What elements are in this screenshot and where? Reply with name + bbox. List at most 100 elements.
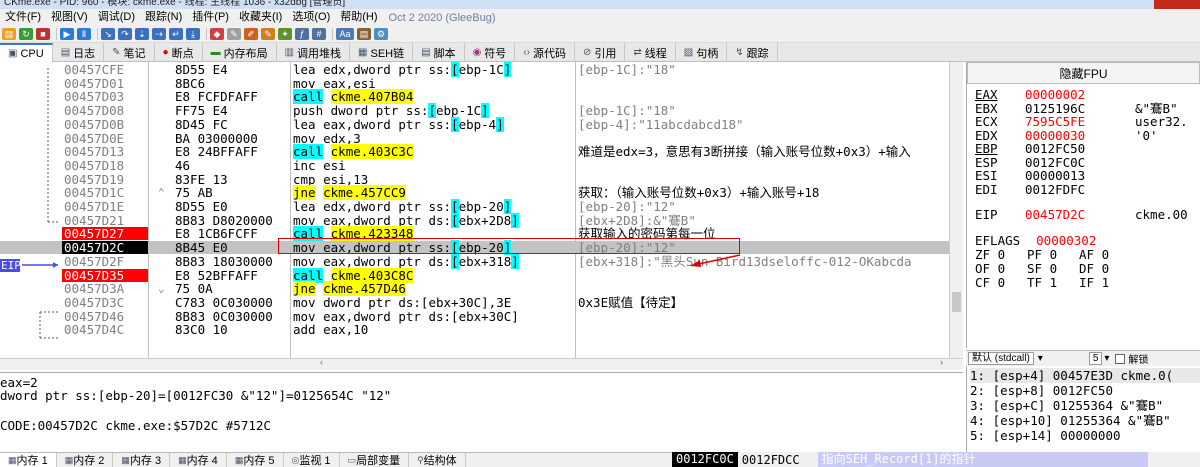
disasm-row[interactable]: 00457D3A ⌄ 75 0A jne ckme.457D46 [0,281,949,297]
tab-cpu[interactable]: ▣ CPU [0,43,53,62]
menu-file[interactable]: 文件(F) [0,9,46,26]
register-value[interactable]: 00000302 [1036,233,1096,248]
instruction-text[interactable]: mov edx,3 [293,132,575,145]
settings-icon[interactable]: ⚙ [374,28,388,40]
register-row[interactable]: EDI 0012FDFC [975,182,1135,197]
eflags-row[interactable]: EFLAGS 00000302 [975,234,1096,248]
bottom-tab[interactable]: ▦ 内存 5 [227,453,284,467]
comment-icon[interactable]: ✐ [244,28,258,40]
menu-options[interactable]: 选项(O) [287,9,335,26]
unlock-checkbox[interactable] [1115,353,1126,364]
trace-over-icon[interactable]: ⇢ [152,28,166,40]
disasm-row[interactable]: 00457D46 8B83 0C030000 mov eax,dword ptr d… [0,310,949,323]
instruction-text[interactable]: mov eax,dword ptr ds:[ebx+30C] [293,310,575,323]
label-icon[interactable]: ✎ [261,28,275,40]
flag[interactable]: ZF 0 [975,248,1027,262]
instruction-address[interactable]: 00457D0B [62,118,148,131]
scylla-icon[interactable]: ◆ [210,28,224,40]
instruction-address[interactable]: 00457D35 [62,268,148,282]
instruction-text[interactable]: call ckme.403C8C [293,267,575,283]
bottom-tab[interactable]: ▦ 内存 1 [0,453,57,467]
scroll-left-arrow-icon[interactable]: ‹ [320,357,323,367]
register-value[interactable]: 00457D2C [1025,208,1135,222]
bookmark-icon[interactable]: ✦ [278,28,292,40]
instruction-address[interactable]: 00457D18 [62,159,148,172]
instruction-address[interactable]: 00457D46 [62,310,148,323]
flag[interactable]: IF 1 [1079,276,1131,290]
instruction-address[interactable]: 00457D4C [62,323,148,336]
open-icon[interactable]: ▤ [2,28,16,40]
flag[interactable]: SF 0 [1027,262,1079,276]
flag[interactable]: PF 0 [1027,248,1079,262]
hash-icon[interactable]: # [312,28,326,40]
step-over-icon[interactable]: ↷ [118,28,132,40]
instruction-address[interactable]: 00457D3C [62,296,148,309]
disasm-row[interactable]: 00457D01 8BC6 mov eax,esi [0,77,949,90]
register-value[interactable]: 00000002 [1025,88,1135,102]
disasm-row[interactable]: 00457D0E BA 03000000 mov edx,3 [0,132,949,145]
stack-arg-row[interactable]: 1: [esp+4] 00457E3D ckme.0( [970,368,1200,383]
instruction-address[interactable]: 00457D19 [62,173,148,186]
tab-references[interactable]: ⊘ 引用 [575,43,626,62]
menu-view[interactable]: 视图(V) [46,9,93,26]
flag[interactable]: TF 1 [1027,276,1079,290]
flag[interactable]: DF 0 [1079,262,1131,276]
instruction-address[interactable]: 00457D2F [62,255,148,268]
dropdown-arrow-icon[interactable]: ▾ [1104,353,1109,364]
disasm-row[interactable]: 00457D1E 8D55 E0 lea edx,dword ptr ss:[ebp… [0,199,949,214]
tab-handles[interactable]: ▨ 句柄 [676,43,728,62]
restart-icon[interactable]: ↻ [19,28,33,40]
bottom-tab[interactable]: ▦ 内存 3 [113,453,171,467]
tab-breakpoints[interactable]: ● 断点 [155,43,203,62]
instruction-text[interactable]: mov dword ptr ds:[ebx+30C],3E [293,296,575,309]
menu-favourites[interactable]: 收藏夹(I) [234,9,287,26]
instruction-address[interactable]: 00457D13 [62,145,148,158]
stack-arg-row[interactable]: 5: [esp+14] 00000000 [970,428,1121,443]
patch-icon[interactable]: ✎ [227,28,241,40]
bottom-tab[interactable]: ◎ 监视 1 [284,453,340,467]
instruction-address[interactable]: 00457D1C [62,186,148,199]
tab-memory-map[interactable]: ▬ 内存布局 [203,43,277,62]
register-row[interactable]: EBP 0012FC50 [975,142,1135,156]
disasm-row[interactable]: 00457D21 8B83 D8020000 mov eax,dword ptr d… [0,212,949,228]
menu-plugins[interactable]: 插件(P) [187,9,234,26]
tab-source[interactable]: ‹› 源代码 [515,43,575,62]
register-value[interactable]: 0012FDFC [1025,182,1135,197]
disasm-row[interactable]: 00457D13 E8 24BFFAFF call ckme.403C3C 难道是ed… [0,144,949,160]
disasm-row[interactable]: 00457CFE 8D55 E4 lea edx,dword ptr ss:[ebp… [0,62,949,77]
bottom-tab[interactable]: ▦ 内存 4 [170,453,227,467]
run-icon[interactable]: ▶ [60,28,74,40]
flags-row[interactable]: OF 0 SF 0 DF 0 [975,262,1131,276]
flags-row[interactable]: ZF 0 PF 0 AF 0 [975,248,1131,262]
instruction-address[interactable]: 00457D0E [62,132,148,145]
instruction-text[interactable]: lea eax,dword ptr ss:[ebp-4] [293,116,575,132]
disasm-row[interactable]: 00457D3C C783 0C030000 mov dword ptr ds:[e… [0,296,949,309]
register-row[interactable]: ESI 00000013 [975,169,1135,183]
dropdown-arrow-icon[interactable]: ▾ [1038,353,1043,364]
register-row[interactable]: EAX 00000002 [975,88,1135,102]
instruction-text[interactable]: push dword ptr ss:[ebp-1C] [293,103,575,119]
arg-count-select[interactable]: 5 [1088,352,1103,365]
bottom-tab[interactable]: ⚲ 结构体 [409,453,466,467]
menu-trace[interactable]: 跟踪(N) [140,9,187,26]
hide-fpu-button[interactable]: 隐藏FPU [967,62,1200,84]
disasm-row[interactable]: 00457D4C 83C0 10 add eax,10 [0,323,949,336]
disassembly-vertical-scrollbar[interactable] [949,62,963,358]
pause-icon[interactable]: Ⅱ [77,28,91,40]
disassembly-horizontal-scrollbar[interactable]: ‹ › [0,357,963,370]
instruction-text[interactable]: mov eax,dword ptr ds:[ebx+2D8] [293,212,575,228]
register-value[interactable]: 7595C5FE [1025,115,1135,129]
menu-debug[interactable]: 调试(D) [93,9,140,26]
stop-icon[interactable]: ■ [36,28,50,40]
instruction-text[interactable]: call ckme.407B04 [293,89,575,105]
instruction-address[interactable]: 00457D21 [62,214,148,227]
instruction-address[interactable]: 00457D1E [62,200,148,213]
register-row-eip[interactable]: EIP 00457D2C ckme.00 [975,208,1188,222]
instruction-address[interactable]: 00457D01 [62,77,148,90]
tab-trace[interactable]: ↯ 跟踪 [727,43,778,62]
disasm-row[interactable]: 00457D2F 8B83 18030000 mov eax,dword ptr d… [0,253,949,269]
run-to-user-code-icon[interactable]: ⤓ [186,28,200,40]
menu-help[interactable]: 帮助(H) [335,9,382,26]
instruction-text[interactable]: mov eax,dword ptr ds:[ebx+318] [293,253,575,269]
instruction-text[interactable]: mov eax,esi [293,77,575,90]
